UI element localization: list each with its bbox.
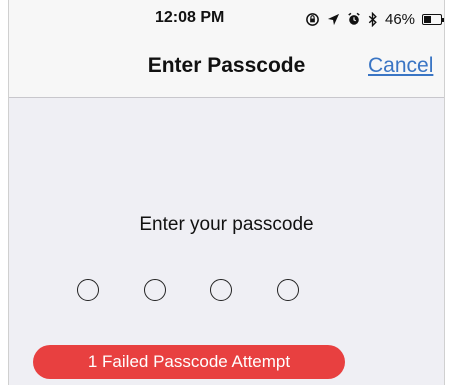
status-icons: 46%: [305, 9, 444, 29]
battery-level-fill: [424, 15, 432, 23]
screen-rotation-lock-icon: [305, 12, 320, 27]
location-arrow-icon: [327, 13, 340, 26]
passcode-dot: [210, 279, 233, 301]
passcode-dots: [77, 275, 299, 305]
alarm-icon: [347, 12, 361, 26]
passcode-dot: [143, 279, 166, 301]
battery-tip: [442, 17, 444, 22]
passcode-prompt: Enter your passcode: [139, 214, 314, 235]
status-bar: 12:08 PM 46%: [9, 0, 444, 40]
passcode-dot: [77, 279, 99, 301]
passcode-dot: [276, 279, 299, 301]
bluetooth-icon: [368, 11, 378, 27]
failed-attempts-badge: 1 Failed Passcode Attempt: [33, 345, 345, 379]
top-bar: 12:08 PM 46% Enter Passcode Cancel: [9, 0, 444, 98]
battery-icon: [422, 13, 444, 25]
battery-percent: 46%: [385, 10, 416, 28]
cancel-button[interactable]: Cancel: [368, 54, 433, 78]
status-time: 12:08 PM: [155, 9, 225, 26]
passcode-screen: 12:08 PM 46% Enter Passcode Cancel Enter…: [8, 0, 445, 385]
